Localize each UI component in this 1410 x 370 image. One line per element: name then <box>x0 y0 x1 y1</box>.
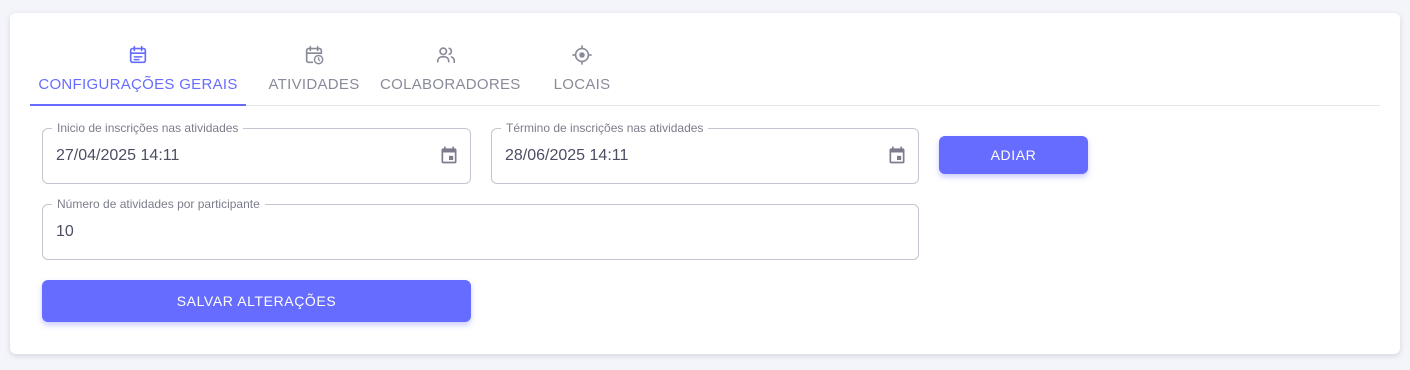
calendar-clock-icon <box>305 45 324 65</box>
calendar-picker-icon[interactable] <box>439 145 459 165</box>
tab-configuracoes-gerais[interactable]: CONFIGURAÇÕES GERAIS <box>30 41 246 106</box>
activities-per-participant-value[interactable]: 10 <box>56 223 74 241</box>
tab-label: CONFIGURAÇÕES GERAIS <box>38 76 238 93</box>
crosshair-icon <box>572 45 592 65</box>
tab-label: LOCAIS <box>553 76 611 93</box>
tab-label: COLABORADORES <box>380 76 521 93</box>
activities-per-participant-label: Número de atividades por participante <box>52 197 265 211</box>
end-date-label: Término de inscrições nas atividades <box>501 121 709 135</box>
tab-atividades[interactable]: ATIVIDADES <box>262 41 366 105</box>
active-tab-indicator <box>30 104 246 106</box>
tab-colaboradores[interactable]: COLABORADORES <box>380 41 521 105</box>
start-date-label: Inicio de inscrições nas atividades <box>52 121 244 135</box>
tab-bar: CONFIGURAÇÕES GERAIS ATIVIDADES COLABORA… <box>30 41 1380 106</box>
end-date-field[interactable]: Término de inscrições nas atividades 28/… <box>491 121 919 184</box>
activities-per-participant-field[interactable]: Número de atividades por participante 10 <box>42 197 919 260</box>
calendar-picker-icon[interactable] <box>887 145 907 165</box>
settings-card: CONFIGURAÇÕES GERAIS ATIVIDADES COLABORA… <box>10 13 1400 354</box>
people-icon <box>436 47 456 64</box>
save-changes-button[interactable]: SALVAR ALTERAÇÕES <box>42 280 471 322</box>
end-date-value[interactable]: 28/06/2025 14:11 <box>505 147 628 165</box>
calendar-icon <box>129 45 147 64</box>
tab-label: ATIVIDADES <box>268 76 360 93</box>
postpone-button[interactable]: ADIAR <box>939 136 1088 174</box>
start-date-value[interactable]: 27/04/2025 14:11 <box>56 147 179 165</box>
start-date-field[interactable]: Inicio de inscrições nas atividades 27/0… <box>42 121 471 184</box>
tab-locais[interactable]: LOCAIS <box>532 41 632 105</box>
